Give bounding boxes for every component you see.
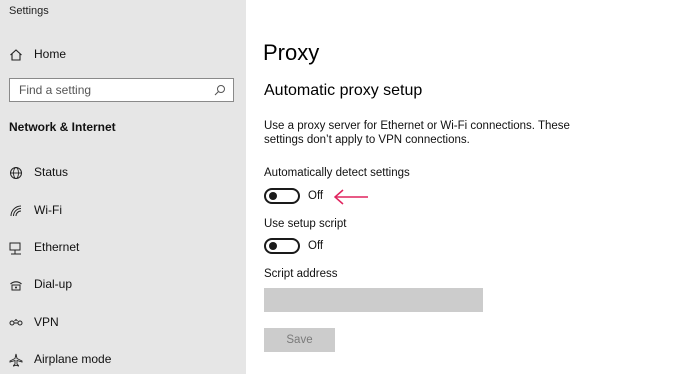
auto-detect-label: Automatically detect settings [264, 167, 410, 179]
sidebar-item-status[interactable]: Status [0, 158, 246, 188]
wifi-icon [10, 205, 22, 217]
page-title: Proxy [263, 40, 320, 65]
sidebar-item-label: Home [34, 47, 67, 61]
sidebar-item-label: Dial-up [34, 277, 73, 291]
sidebar-item-wifi[interactable]: Wi-Fi [0, 196, 246, 226]
globe-icon [10, 167, 22, 179]
script-address-label: Script address [264, 268, 338, 280]
window-title: Settings [9, 5, 49, 17]
ethernet-icon [9, 242, 21, 255]
vpn-icon [9, 318, 23, 326]
setup-script-label: Use setup script [264, 218, 347, 230]
sidebar-item-vpn[interactable]: VPN [0, 308, 246, 338]
sidebar-item-ethernet[interactable]: Ethernet [0, 233, 246, 263]
setup-script-toggle[interactable] [264, 238, 300, 254]
sidebar-item-airplane-mode[interactable]: Airplane mode [0, 345, 246, 375]
section-title: Automatic proxy setup [264, 82, 423, 99]
auto-detect-state: Off [308, 190, 324, 202]
sidebar-item-label: Ethernet [34, 240, 80, 254]
sidebar-item-label: Wi-Fi [34, 203, 62, 217]
sidebar-item-label: Status [34, 165, 69, 179]
sidebar: Settings Home Network & Internet Status … [0, 0, 246, 374]
setup-script-state: Off [308, 240, 324, 252]
script-address-input[interactable] [264, 288, 483, 312]
toggle-knob [269, 242, 277, 250]
sidebar-item-label: Airplane mode [34, 352, 112, 366]
description-text: Use a proxy server for Ethernet or Wi-Fi… [264, 120, 570, 146]
search-box[interactable] [9, 78, 234, 102]
save-button[interactable]: Save [264, 328, 335, 352]
dialup-icon [10, 281, 22, 291]
airplane-icon [9, 353, 23, 367]
auto-detect-toggle[interactable] [264, 188, 300, 204]
sidebar-item-home[interactable]: Home [0, 40, 246, 70]
search-input[interactable] [10, 79, 200, 101]
arrow-annotation-icon [333, 189, 368, 205]
home-icon [10, 49, 22, 61]
toggle-knob [269, 192, 277, 200]
search-icon[interactable] [214, 84, 226, 96]
sidebar-section-title: Network & Internet [9, 120, 116, 134]
sidebar-item-dialup[interactable]: Dial-up [0, 270, 246, 300]
sidebar-item-label: VPN [34, 315, 59, 329]
